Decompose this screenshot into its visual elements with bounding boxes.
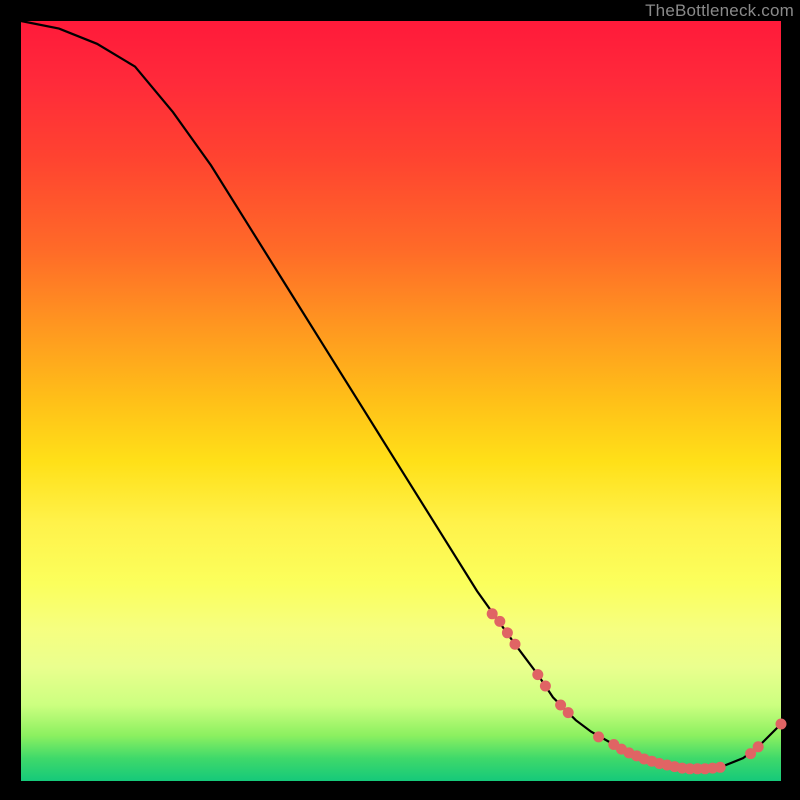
marker-group xyxy=(487,608,787,774)
data-marker xyxy=(494,616,505,627)
data-marker xyxy=(540,681,551,692)
data-marker xyxy=(753,741,764,752)
chart-overlay xyxy=(21,21,781,781)
data-marker xyxy=(502,627,513,638)
data-marker xyxy=(563,707,574,718)
data-marker xyxy=(593,731,604,742)
curve-line xyxy=(21,21,781,769)
data-marker xyxy=(510,639,521,650)
data-marker xyxy=(776,719,787,730)
data-marker xyxy=(715,762,726,773)
data-marker xyxy=(532,669,543,680)
chart-stage: TheBottleneck.com xyxy=(0,0,800,800)
watermark-text: TheBottleneck.com xyxy=(645,1,794,21)
